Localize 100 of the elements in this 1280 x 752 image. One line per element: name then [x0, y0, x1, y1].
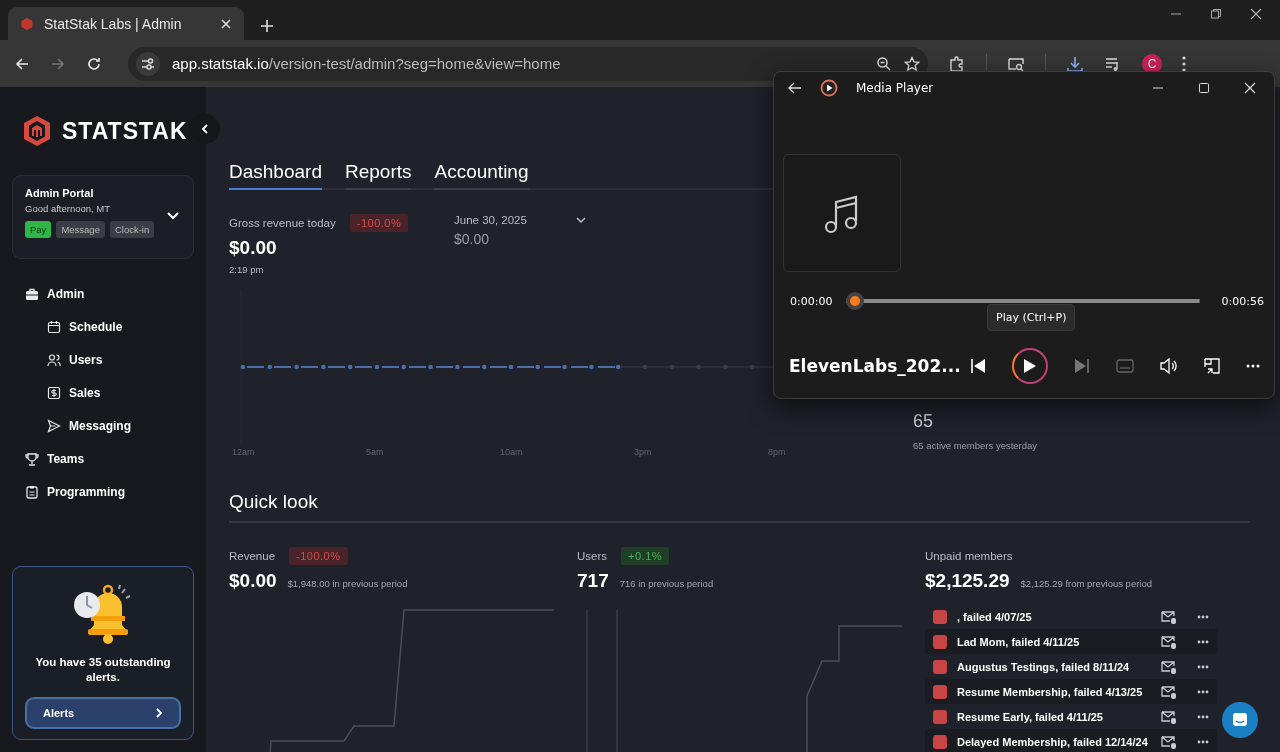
- member-row[interactable]: Lad Mom, failed 4/11/25: [925, 629, 1217, 654]
- nav-label: Teams: [47, 451, 85, 466]
- nav-label: Programming: [47, 484, 125, 499]
- mail-icon[interactable]: [1161, 609, 1177, 624]
- mail-icon[interactable]: [1161, 684, 1177, 699]
- mail-icon[interactable]: [1161, 734, 1177, 749]
- change-badge: -100.0%: [349, 214, 409, 232]
- skip-forward-icon[interactable]: [1074, 358, 1090, 374]
- stat-value: 717: [577, 570, 609, 592]
- greeting-text: Good afternoon, MT: [25, 203, 112, 214]
- nav-subitem[interactable]: Messaging: [12, 409, 194, 442]
- back-icon[interactable]: [14, 55, 30, 72]
- users-icon: [47, 352, 61, 367]
- stat-label: Users: [577, 550, 608, 562]
- nav-item[interactable]: Programming: [12, 475, 194, 508]
- profile-avatar[interactable]: C: [1142, 53, 1162, 74]
- stat-note: 716 in previous period: [619, 578, 714, 589]
- chat-icon: [1232, 712, 1248, 728]
- mail-icon[interactable]: [1161, 709, 1177, 724]
- more-icon[interactable]: [1197, 739, 1209, 744]
- nav-subitem[interactable]: Schedule: [12, 310, 194, 343]
- alerts-button[interactable]: Alerts: [25, 697, 181, 729]
- member-row[interactable]: Resume Membership, failed 4/13/25: [925, 679, 1217, 704]
- media-player-logo-icon: [820, 79, 838, 97]
- chevron-down-icon[interactable]: [576, 217, 586, 224]
- site-settings-icon[interactable]: [136, 51, 160, 76]
- tooltip: Play (Ctrl+P): [987, 304, 1076, 331]
- nav-subitem[interactable]: Sales: [12, 376, 194, 409]
- trophy-icon: [25, 451, 39, 466]
- primary-button[interactable]: Pay: [25, 221, 52, 238]
- member-text: Augustus Testings, failed 8/11/24: [957, 660, 1131, 673]
- action-button[interactable]: Message: [56, 221, 105, 238]
- reload-icon[interactable]: [86, 55, 102, 72]
- mail-icon[interactable]: [1161, 659, 1177, 674]
- play-icon: [1023, 358, 1037, 374]
- more-icon[interactable]: [1197, 714, 1209, 719]
- skip-back-icon[interactable]: [970, 358, 986, 374]
- maximize-icon[interactable]: [1198, 82, 1210, 94]
- more-icon[interactable]: [1197, 689, 1209, 694]
- nav-item[interactable]: Teams: [12, 442, 194, 475]
- status-square: [933, 734, 947, 749]
- member-text: Delayed Membership, failed 12/14/24: [957, 735, 1149, 748]
- chevron-left-icon: [200, 124, 210, 134]
- browser-tab[interactable]: StatStak Labs | Admin: [8, 7, 244, 40]
- stat-label: Revenue: [229, 550, 276, 562]
- play-button[interactable]: [1012, 348, 1048, 384]
- section-title: Quick look: [229, 491, 1250, 523]
- tab[interactable]: Dashboard: [229, 161, 322, 190]
- stat-note: $1,948.00 in previous period: [287, 578, 408, 589]
- status-square: [933, 709, 947, 724]
- extensions-icon[interactable]: [948, 54, 966, 73]
- new-tab-icon[interactable]: [260, 19, 274, 33]
- nav-item[interactable]: Admin: [12, 277, 194, 310]
- zoom-icon[interactable]: [876, 55, 892, 72]
- nav-label: Schedule: [69, 319, 123, 334]
- mini-player-icon[interactable]: [1204, 358, 1220, 374]
- action-button[interactable]: Clock-in: [109, 221, 155, 238]
- window-title: Media Player: [856, 81, 935, 95]
- stat-value: $0.00: [229, 570, 277, 592]
- compare-date: June 30, 2025: [454, 214, 528, 226]
- tab[interactable]: Accounting: [434, 161, 529, 190]
- volume-icon[interactable]: [1160, 358, 1178, 374]
- seek-thumb[interactable]: [846, 292, 865, 310]
- nav-label: Users: [69, 352, 103, 367]
- elapsed-time: 0:00:00: [790, 294, 833, 308]
- dollar-icon: [47, 385, 61, 400]
- more-icon[interactable]: [1197, 614, 1209, 619]
- member-text: Resume Early, failed 4/11/25: [957, 710, 1104, 723]
- member-row[interactable]: Resume Early, failed 4/11/25: [925, 704, 1217, 729]
- logo-text: STATSTAK: [62, 117, 188, 145]
- calendar-icon: [47, 319, 61, 334]
- status-square: [933, 609, 947, 624]
- duration-time: 0:00:56: [1221, 294, 1264, 308]
- site-favicon-icon: [20, 16, 34, 31]
- more-icon[interactable]: [1197, 639, 1209, 644]
- member-row[interactable]: , failed 4/07/25: [925, 604, 1217, 629]
- status-square: [933, 659, 947, 674]
- member-row[interactable]: Augustus Testings, failed 8/11/24: [925, 654, 1217, 679]
- close-icon[interactable]: [1250, 8, 1262, 20]
- bookmark-star-icon[interactable]: [904, 55, 920, 72]
- briefcase-icon: [25, 286, 39, 301]
- forward-icon[interactable]: [50, 55, 66, 72]
- nav-label: Sales: [69, 385, 101, 400]
- back-icon[interactable]: [788, 82, 802, 94]
- change-badge: -100.0%: [289, 547, 348, 565]
- captions-icon[interactable]: [1116, 359, 1134, 373]
- restore-icon[interactable]: [1210, 8, 1222, 20]
- download-icon[interactable]: [1066, 54, 1084, 73]
- address-bar[interactable]: app.statstak.io/version-test/admin?seg=home&view=home: [128, 46, 928, 81]
- axis-label: 10am: [500, 447, 523, 457]
- stat-value: $0.00: [229, 237, 277, 259]
- more-icon[interactable]: [1246, 364, 1260, 368]
- mail-icon[interactable]: [1161, 634, 1177, 649]
- member-row[interactable]: Delayed Membership, failed 12/14/24: [925, 729, 1217, 752]
- tab[interactable]: Reports: [344, 161, 412, 190]
- nav-subitem[interactable]: Users: [12, 343, 194, 376]
- stat-note: $2,125.29 from previous period: [1020, 578, 1153, 589]
- more-icon[interactable]: [1197, 664, 1209, 669]
- menu-icon[interactable]: [1182, 55, 1186, 72]
- member-text: Resume Membership, failed 4/13/25: [957, 685, 1144, 698]
